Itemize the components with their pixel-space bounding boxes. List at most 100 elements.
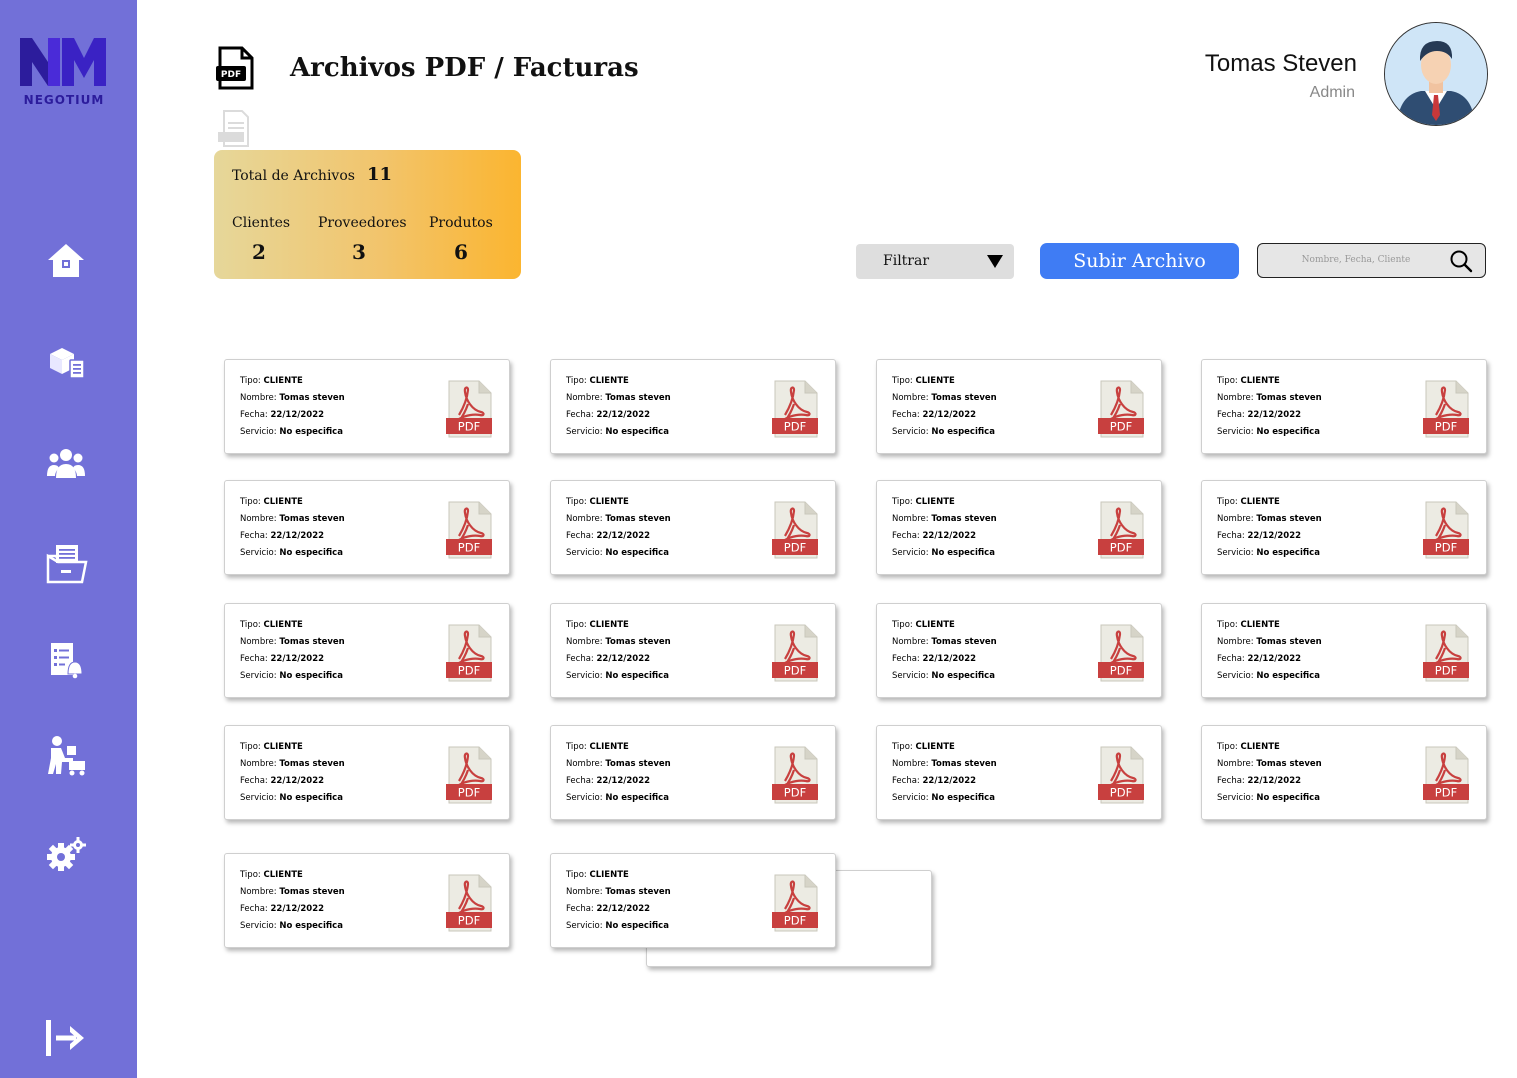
pdf-document-icon[interactable]: PDF <box>446 746 492 804</box>
pdf-file-card[interactable]: Tipo: CLIENTE Nombre: Tomas steven Fecha: … <box>224 853 510 948</box>
file-service-row: Servicio: No especifica <box>1217 548 1320 558</box>
file-service-label: Servicio: <box>1217 427 1254 437</box>
pdf-file-card[interactable]: Tipo: CLIENTE Nombre: Tomas steven Fecha: … <box>550 603 836 698</box>
pdf-badge-label: PDF <box>458 420 480 434</box>
search-icon[interactable] <box>1449 249 1473 273</box>
file-service-row: Servicio: No especifica <box>566 548 669 558</box>
pdf-file-card[interactable]: Tipo: CLIENTE Nombre: Tomas steven Fecha: … <box>876 480 1162 575</box>
search-input[interactable] <box>1266 250 1446 270</box>
file-type-value: CLIENTE <box>1240 376 1280 386</box>
pdf-document-icon[interactable]: PDF <box>1423 624 1469 682</box>
pdf-badge-label: PDF <box>784 420 806 434</box>
pdf-file-card[interactable]: Tipo: CLIENTE Nombre: Tomas steven Fecha: … <box>876 725 1162 820</box>
pdf-file-card[interactable]: Tipo: CLIENTE Nombre: Tomas steven Fecha: … <box>224 359 510 454</box>
file-date-label: Fecha: <box>892 410 920 420</box>
sidebar-item-users[interactable] <box>44 442 88 486</box>
file-date-row: Fecha: 22/12/2022 <box>1217 410 1301 420</box>
avatar[interactable] <box>1384 22 1488 126</box>
file-date-label: Fecha: <box>892 654 920 664</box>
file-date-value: 22/12/2022 <box>596 410 651 420</box>
file-name-value: Tomas steven <box>605 514 671 524</box>
sidebar-item-providers[interactable] <box>44 733 88 777</box>
file-name-row: Nombre: Tomas steven <box>566 759 671 769</box>
pdf-file-card[interactable]: Tipo: CLIENTE Nombre: Tomas steven Fecha: … <box>1201 603 1487 698</box>
pdf-document-icon[interactable]: PDF <box>446 624 492 682</box>
brand-name: NEGOTIUM <box>23 93 105 107</box>
sidebar-item-files[interactable] <box>44 542 88 586</box>
pdf-file-card[interactable]: Tipo: CLIENTE Nombre: Tomas steven Fecha: … <box>876 359 1162 454</box>
search-box <box>1257 243 1486 278</box>
pdf-file-card[interactable]: Tipo: CLIENTE Nombre: Tomas steven Fecha: … <box>550 359 836 454</box>
file-type-label: Tipo: <box>566 497 587 507</box>
file-date-value: 22/12/2022 <box>596 904 651 914</box>
upload-file-button[interactable]: Subir Archivo <box>1040 243 1239 279</box>
pdf-document-icon[interactable]: PDF <box>1423 746 1469 804</box>
file-date-value: 22/12/2022 <box>270 531 325 541</box>
file-type-label: Tipo: <box>240 497 261 507</box>
pdf-document-icon[interactable]: PDF <box>1098 746 1144 804</box>
file-service-label: Servicio: <box>1217 671 1254 681</box>
pdf-file-card[interactable]: Tipo: CLIENTE Nombre: Tomas steven Fecha: … <box>224 603 510 698</box>
file-type-value: CLIENTE <box>1240 742 1280 752</box>
pdf-document-icon[interactable]: PDF <box>772 624 818 682</box>
pdf-badge-label: PDF <box>1435 664 1457 678</box>
file-type-label: Tipo: <box>240 870 261 880</box>
file-type-value: CLIENTE <box>263 620 303 630</box>
file-service-value: No especifica <box>931 548 995 558</box>
file-name-label: Nombre: <box>566 887 603 897</box>
pdf-file-card[interactable]: Tipo: CLIENTE Nombre: Tomas steven Fecha: … <box>876 603 1162 698</box>
file-type-value: CLIENTE <box>1240 620 1280 630</box>
sidebar-item-tasks[interactable] <box>44 638 88 682</box>
file-name-row: Nombre: Tomas steven <box>566 393 671 403</box>
file-type-row: Tipo: CLIENTE <box>240 742 303 752</box>
file-name-row: Nombre: Tomas steven <box>892 393 997 403</box>
pdf-file-card[interactable]: Tipo: CLIENTE Nombre: Tomas steven Fecha: … <box>550 480 836 575</box>
file-date-row: Fecha: 22/12/2022 <box>566 531 650 541</box>
pdf-file-card[interactable]: Tipo: CLIENTE Nombre: Tomas steven Fecha: … <box>224 725 510 820</box>
sidebar-item-inventory[interactable] <box>44 340 88 384</box>
pdf-document-icon[interactable]: PDF <box>1423 380 1469 438</box>
file-type-row: Tipo: CLIENTE <box>1217 620 1280 630</box>
pdf-badge-label: PDF <box>1435 786 1457 800</box>
pdf-document-icon[interactable]: PDF <box>446 380 492 438</box>
brand-logo[interactable]: NEGOTIUM <box>18 36 110 112</box>
file-name-label: Nombre: <box>1217 637 1254 647</box>
pdf-file-card[interactable]: Tipo: CLIENTE Nombre: Tomas steven Fecha: … <box>1201 359 1487 454</box>
file-service-row: Servicio: No especifica <box>1217 427 1320 437</box>
pdf-file-card[interactable]: Tipo: CLIENTE Nombre: Tomas steven Fecha: … <box>550 725 836 820</box>
file-type-value: CLIENTE <box>915 497 955 507</box>
file-date-label: Fecha: <box>566 904 594 914</box>
pdf-document-icon[interactable]: PDF <box>446 501 492 559</box>
file-date-row: Fecha: 22/12/2022 <box>566 904 650 914</box>
pdf-document-icon[interactable]: PDF <box>772 746 818 804</box>
file-name-value: Tomas steven <box>279 514 345 524</box>
file-date-value: 22/12/2022 <box>270 904 325 914</box>
file-service-value: No especifica <box>605 548 669 558</box>
file-type-label: Tipo: <box>1217 497 1238 507</box>
pdf-document-icon[interactable]: PDF <box>446 874 492 932</box>
file-type-value: CLIENTE <box>263 870 303 880</box>
pdf-file-card[interactable]: Tipo: CLIENTE Nombre: Tomas steven Fecha: … <box>550 853 836 948</box>
file-service-row: Servicio: No especifica <box>566 427 669 437</box>
checklist-bell-icon <box>51 643 83 679</box>
pdf-document-icon[interactable]: PDF <box>772 874 818 932</box>
sidebar-item-settings[interactable] <box>44 834 88 878</box>
pdf-document-icon[interactable]: PDF <box>1098 380 1144 438</box>
pdf-document-icon[interactable]: PDF <box>772 380 818 438</box>
file-date-row: Fecha: 22/12/2022 <box>1217 531 1301 541</box>
file-date-row: Fecha: 22/12/2022 <box>892 410 976 420</box>
file-name-label: Nombre: <box>240 514 277 524</box>
filter-dropdown[interactable]: Filtrar <box>856 244 1014 279</box>
pdf-file-card[interactable]: Tipo: CLIENTE Nombre: Tomas steven Fecha: … <box>1201 480 1487 575</box>
file-type-label: Tipo: <box>892 620 913 630</box>
file-service-label: Servicio: <box>240 427 277 437</box>
pdf-document-icon[interactable]: PDF <box>772 501 818 559</box>
pdf-document-icon[interactable]: PDF <box>1098 501 1144 559</box>
file-service-row: Servicio: No especifica <box>892 427 995 437</box>
logout-button[interactable] <box>44 1016 88 1060</box>
sidebar-item-home[interactable] <box>44 238 88 282</box>
pdf-file-card[interactable]: Tipo: CLIENTE Nombre: Tomas steven Fecha: … <box>1201 725 1487 820</box>
pdf-file-card[interactable]: Tipo: CLIENTE Nombre: Tomas steven Fecha: … <box>224 480 510 575</box>
pdf-document-icon[interactable]: PDF <box>1423 501 1469 559</box>
pdf-document-icon[interactable]: PDF <box>1098 624 1144 682</box>
